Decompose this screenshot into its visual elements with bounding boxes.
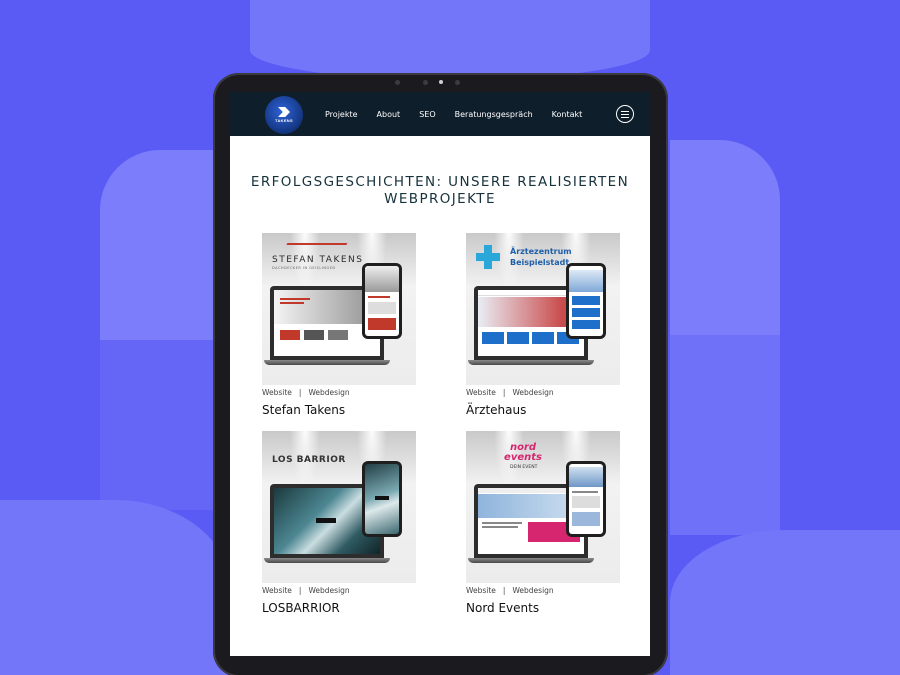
project-tags: Website | Webdesign: [262, 388, 350, 397]
project-tags: Website | Webdesign: [466, 586, 554, 595]
background-shape: [100, 340, 230, 510]
brand-subtitle: DEIN EVENT: [510, 465, 538, 470]
project-thumbnail[interactable]: STEFAN TAKENS DACHDECKER IN GEISLINGEN: [262, 233, 416, 385]
nav-link-seo[interactable]: SEO: [419, 110, 435, 119]
project-card-stefan-takens[interactable]: STEFAN TAKENS DACHDECKER IN GEISLINGEN W…: [262, 233, 416, 423]
camera-dot: [455, 80, 460, 85]
phone-mockup: [362, 461, 402, 537]
tag-separator: |: [298, 586, 302, 595]
brand-name: LOS BARRIOR: [272, 455, 346, 465]
nav-link-about[interactable]: About: [377, 110, 401, 119]
project-thumbnail[interactable]: LOS BARRIOR: [262, 431, 416, 583]
brand-subtitle: Beispielstadt: [510, 258, 570, 267]
nav-links: Projekte About SEO Beratungsgespräch Kon…: [325, 92, 601, 136]
tag-webdesign: Webdesign: [512, 388, 554, 397]
medical-cross-icon: [476, 245, 500, 269]
project-thumbnail[interactable]: Ärztezentrum Beispielstadt: [466, 233, 620, 385]
tag-separator: |: [502, 586, 506, 595]
project-thumbnail[interactable]: nord events DEIN EVENT: [466, 431, 620, 583]
page-title-line-1: ERFOLGSGESCHICHTEN: UNSERE REALISIERTEN: [250, 174, 630, 190]
tag-webdesign: Webdesign: [308, 388, 350, 397]
tablet-screen: TAKENS Projekte About SEO Beratungsgespr…: [230, 92, 650, 656]
page-title: ERFOLGSGESCHICHTEN: UNSERE REALISIERTEN …: [230, 174, 650, 208]
project-title[interactable]: LOSBARRIOR: [262, 601, 340, 615]
logo-mark-icon: [278, 107, 290, 117]
background-shape: [670, 140, 780, 340]
brand-name: Ärztezentrum: [510, 247, 572, 256]
project-card-losbarrior[interactable]: LOS BARRIOR Website | Webdesign LOSBARRIOR: [262, 431, 416, 621]
tag-webdesign: Webdesign: [512, 586, 554, 595]
background-shape: [670, 530, 900, 675]
nav-link-kontakt[interactable]: Kontakt: [552, 110, 583, 119]
tag-separator: |: [502, 388, 506, 397]
nav-link-projekte[interactable]: Projekte: [325, 110, 358, 119]
project-tags: Website | Webdesign: [466, 388, 554, 397]
camera-dot: [423, 80, 428, 85]
tag-website: Website: [466, 586, 496, 595]
tag-website: Website: [466, 388, 496, 397]
nav-link-beratungsgespraech[interactable]: Beratungsgespräch: [455, 110, 533, 119]
hamburger-menu-icon[interactable]: [616, 105, 634, 123]
phone-mockup: [566, 263, 606, 339]
logo[interactable]: TAKENS: [265, 96, 303, 134]
project-card-aerztehaus[interactable]: Ärztezentrum Beispielstadt Website | Web…: [466, 233, 620, 423]
brand-name: nord events: [504, 442, 542, 463]
tag-website: Website: [262, 388, 292, 397]
background-shape: [670, 335, 780, 535]
phone-mockup: [362, 263, 402, 339]
tag-separator: |: [298, 388, 302, 397]
tag-webdesign: Webdesign: [308, 586, 350, 595]
page-title-line-2: WEBPROJEKTE: [384, 191, 496, 207]
background-shape: [0, 500, 230, 675]
top-navigation: TAKENS Projekte About SEO Beratungsgespr…: [230, 92, 650, 136]
brand-name: STEFAN TAKENS: [272, 255, 364, 265]
logo-text: TAKENS: [275, 118, 293, 123]
project-tags: Website | Webdesign: [262, 586, 350, 595]
camera-dot: [439, 80, 443, 84]
roof-logo-icon: [280, 243, 348, 255]
background-shape: [100, 150, 230, 350]
camera-dot: [395, 80, 400, 85]
brand-subtitle: DACHDECKER IN GEISLINGEN: [272, 266, 336, 270]
project-card-nord-events[interactable]: nord events DEIN EVENT Website | Webdesi…: [466, 431, 620, 621]
phone-mockup: [566, 461, 606, 537]
background-shape: [250, 0, 650, 80]
project-title[interactable]: Nord Events: [466, 601, 539, 615]
tag-website: Website: [262, 586, 292, 595]
project-title[interactable]: Ärztehaus: [466, 403, 526, 417]
project-title[interactable]: Stefan Takens: [262, 403, 345, 417]
